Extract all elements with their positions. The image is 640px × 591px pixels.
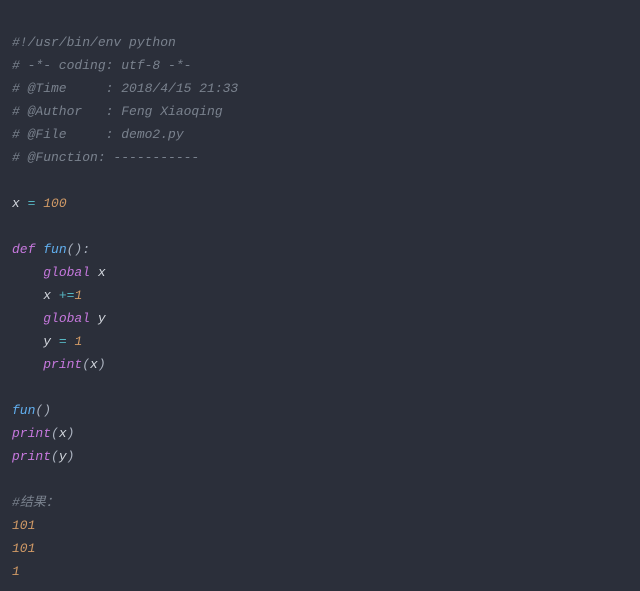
rpar3: ) bbox=[67, 449, 75, 464]
code-block: #!/usr/bin/env python # -*- coding: utf-… bbox=[0, 0, 640, 591]
arg-y: y bbox=[59, 449, 67, 464]
indent bbox=[12, 265, 43, 280]
fn-print1: print bbox=[43, 357, 82, 372]
comment-function: # @Function: ----------- bbox=[12, 150, 199, 165]
var-y: y bbox=[98, 311, 106, 326]
rpar1: ) bbox=[98, 357, 106, 372]
var-y2: y bbox=[43, 334, 59, 349]
op-eq: = bbox=[28, 196, 44, 211]
comment-author: # @Author : Feng Xiaoqing bbox=[12, 104, 223, 119]
fn-sig: (): bbox=[67, 242, 90, 257]
kw-def: def bbox=[12, 242, 43, 257]
rpar2: ) bbox=[67, 426, 75, 441]
comment-time: # @Time : 2018/4/15 21:33 bbox=[12, 81, 238, 96]
output-line-2: 101 bbox=[12, 541, 35, 556]
fn-print3: print bbox=[12, 449, 51, 464]
comment-shebang: #!/usr/bin/env python bbox=[12, 35, 176, 50]
indent bbox=[12, 311, 43, 326]
call-parens: () bbox=[35, 403, 51, 418]
indent bbox=[12, 288, 43, 303]
lpar2: ( bbox=[51, 426, 59, 441]
op-pluseq: += bbox=[59, 288, 75, 303]
arg-x1: x bbox=[90, 357, 98, 372]
fn-call: fun bbox=[12, 403, 35, 418]
indent bbox=[12, 357, 43, 372]
fn-print2: print bbox=[12, 426, 51, 441]
lpar3: ( bbox=[51, 449, 59, 464]
op-eq2: = bbox=[59, 334, 75, 349]
output-line-3: 1 bbox=[12, 564, 20, 579]
var-x2: x bbox=[98, 265, 106, 280]
kw-global-y: global bbox=[43, 311, 98, 326]
output-line-1: 101 bbox=[12, 518, 35, 533]
comment-file: # @File : demo2.py bbox=[12, 127, 184, 142]
lpar1: ( bbox=[82, 357, 90, 372]
num-100: 100 bbox=[43, 196, 66, 211]
indent bbox=[12, 334, 43, 349]
fn-name: fun bbox=[43, 242, 66, 257]
num-1b: 1 bbox=[74, 334, 82, 349]
kw-global-x: global bbox=[43, 265, 98, 280]
var-x3: x bbox=[43, 288, 59, 303]
arg-x2: x bbox=[59, 426, 67, 441]
comment-result: #结果： bbox=[12, 495, 59, 510]
var-x: x bbox=[12, 196, 28, 211]
comment-coding: # -*- coding: utf-8 -*- bbox=[12, 58, 191, 73]
num-1a: 1 bbox=[74, 288, 82, 303]
